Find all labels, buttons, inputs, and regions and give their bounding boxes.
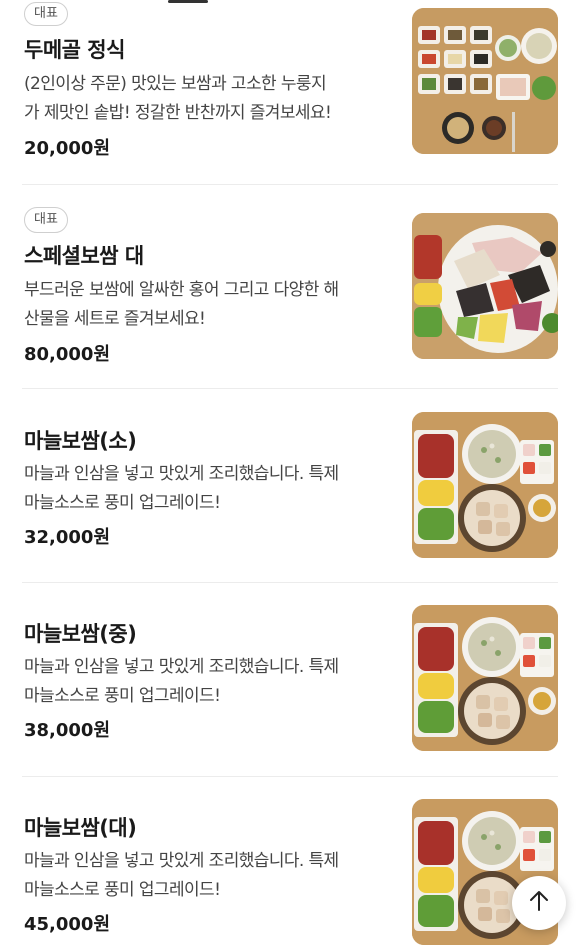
menu-item-price: 32,000원 — [24, 527, 111, 548]
menu-item-name: 마늘보쌈(대) — [24, 816, 137, 840]
menu-item[interactable]: 마늘보쌈(대) 마늘과 인삼을 넣고 맛있게 조리했습니다. 특제 마늘소스로 … — [0, 777, 580, 945]
menu-item[interactable]: 대표 두메골 정식 (2인이상 주문) 맛있는 보쌈과 고소한 누룽지 가 제맛… — [0, 0, 580, 185]
menu-item-description-line-2: 산물을 세트로 즐겨보세요! — [24, 309, 206, 329]
garlic-bossam-photo[interactable] — [412, 412, 558, 558]
menu-item-name: 스페셜보쌈 대 — [24, 244, 144, 268]
menu-item-price: 45,000원 — [24, 914, 111, 935]
menu-item-price: 38,000원 — [24, 720, 111, 741]
menu-item[interactable]: 대표 스페셜보쌈 대 부드러운 보쌈에 알싸한 홍어 그리고 다양한 해 산물을… — [0, 185, 580, 389]
menu-item-description-line-2: 마늘소스로 풍미 업그레이드! — [24, 686, 221, 706]
menu-item-name: 마늘보쌈(소) — [24, 429, 137, 453]
menu-item-description-line-2: 가 제맛인 솥밥! 정갈한 반찬까지 즐겨보세요! — [24, 103, 332, 123]
menu-item-name: 마늘보쌈(중) — [24, 622, 137, 646]
set-meal-photo[interactable] — [412, 8, 558, 154]
menu-item-description-line-2: 마늘소스로 풍미 업그레이드! — [24, 493, 221, 513]
arrow-up-icon — [528, 890, 550, 916]
special-bossam-platter-photo[interactable] — [412, 213, 558, 359]
signature-badge: 대표 — [24, 207, 68, 233]
menu-item-price: 20,000원 — [24, 138, 111, 159]
menu-item-description-line-1: 마늘과 인삼을 넣고 맛있게 조리했습니다. 특제 — [24, 657, 339, 677]
menu-item-description-line-1: 마늘과 인삼을 넣고 맛있게 조리했습니다. 특제 — [24, 851, 339, 871]
menu-item-price: 80,000원 — [24, 344, 111, 365]
menu-item-description-line-1: (2인이상 주문) 맛있는 보쌈과 고소한 누룽지 — [24, 74, 327, 94]
signature-badge: 대표 — [24, 2, 68, 26]
menu-item-name: 두메골 정식 — [24, 38, 125, 62]
scroll-to-top-button[interactable] — [512, 876, 566, 930]
menu-item-description-line-1: 마늘과 인삼을 넣고 맛있게 조리했습니다. 특제 — [24, 464, 339, 484]
garlic-bossam-photo[interactable] — [412, 605, 558, 751]
menu-item-description-line-2: 마늘소스로 풍미 업그레이드! — [24, 880, 221, 900]
menu-item-description-line-1: 부드러운 보쌈에 알싸한 홍어 그리고 다양한 해 — [24, 280, 339, 300]
menu-item[interactable]: 마늘보쌈(소) 마늘과 인삼을 넣고 맛있게 조리했습니다. 특제 마늘소스로 … — [0, 389, 580, 583]
menu-item[interactable]: 마늘보쌈(중) 마늘과 인삼을 넣고 맛있게 조리했습니다. 특제 마늘소스로 … — [0, 583, 580, 777]
